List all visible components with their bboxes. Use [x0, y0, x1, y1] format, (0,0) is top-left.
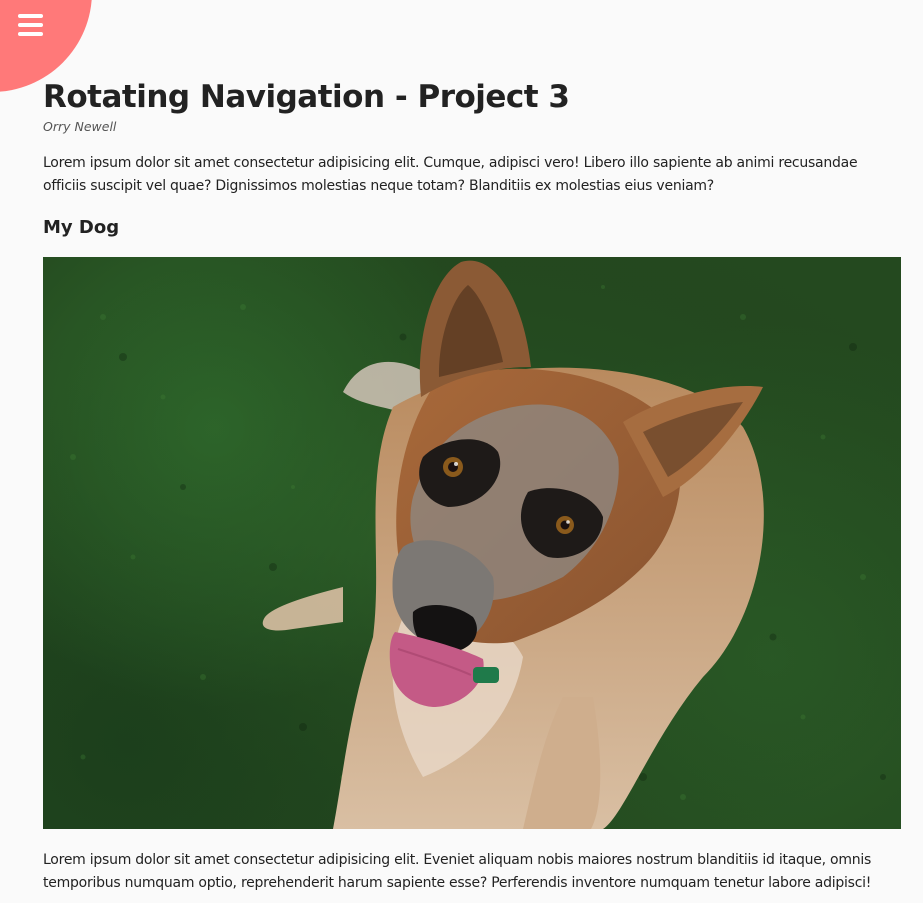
intro-paragraph: Lorem ipsum dolor sit amet consectetur a…	[43, 155, 858, 194]
menu-bar	[18, 32, 43, 36]
dog-photo	[43, 257, 901, 829]
section-heading: My Dog	[43, 217, 120, 238]
dog-illustration	[43, 257, 901, 829]
page-title: Rotating Navigation - Project 3	[43, 79, 570, 115]
outro-paragraph: Lorem ipsum dolor sit amet consectetur a…	[43, 852, 872, 891]
author-name: Orry Newell	[43, 119, 117, 134]
hamburger-menu-icon[interactable]	[18, 14, 43, 36]
menu-bar	[18, 23, 43, 27]
article-content: Rotating Navigation - Project 3 Orry New…	[43, 78, 901, 895]
menu-bar	[18, 14, 43, 18]
page: Rotating Navigation - Project 3 Orry New…	[0, 0, 923, 903]
